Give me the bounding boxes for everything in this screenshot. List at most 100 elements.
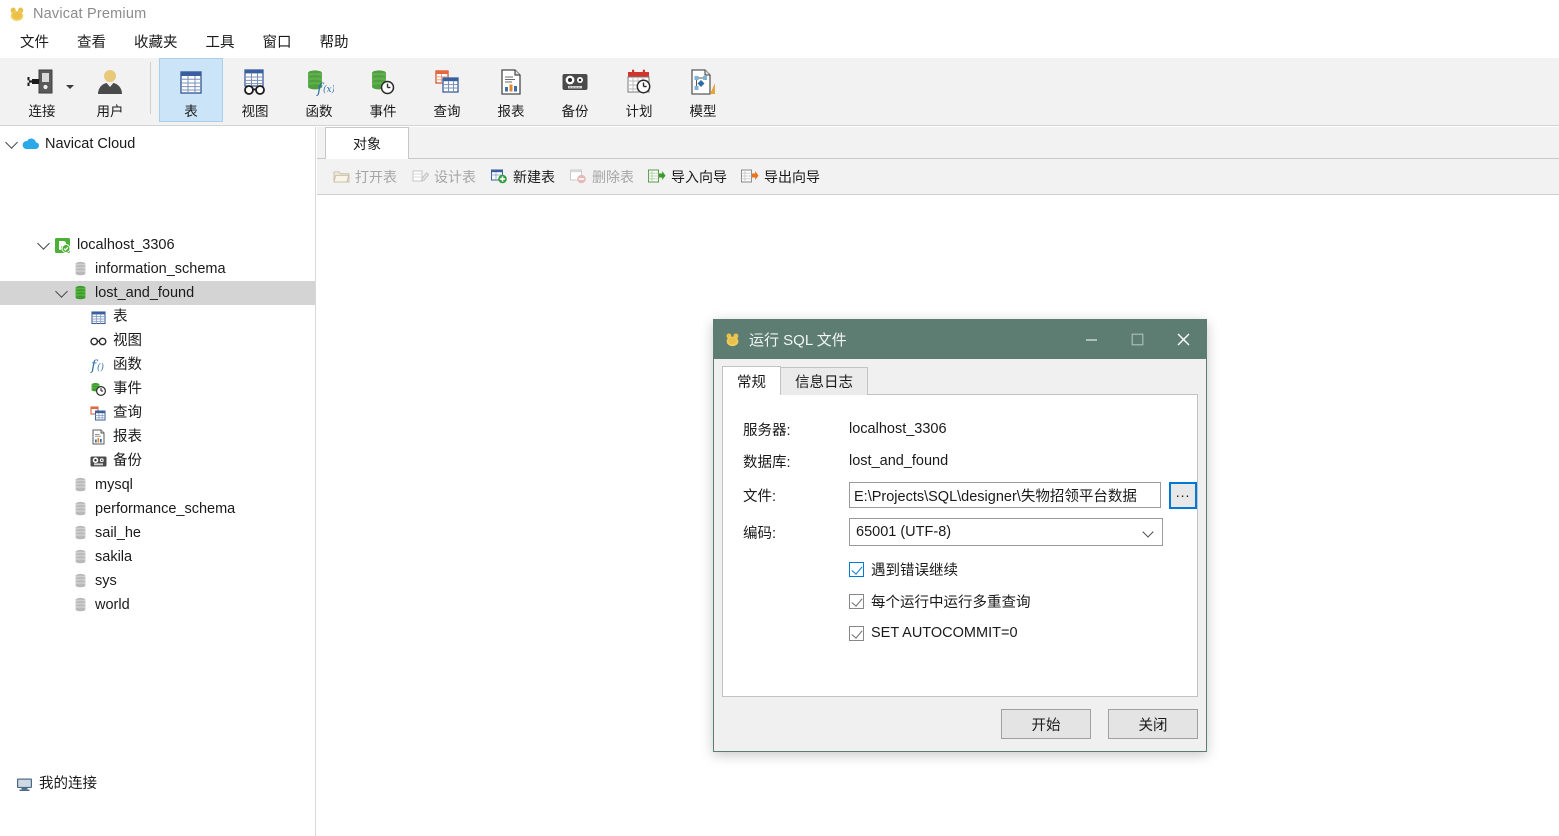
chevron-down-icon[interactable] — [34, 237, 52, 250]
minimize-icon[interactable] — [1068, 320, 1114, 359]
toolbar-label-user: 用户 — [96, 104, 124, 119]
chevron-down-icon[interactable] — [66, 85, 74, 89]
toolbar-label-report: 报表 — [497, 104, 525, 119]
table-icon — [88, 310, 108, 325]
tree-item-my-connections[interactable]: 我的连接 — [14, 775, 97, 793]
new-table-button[interactable]: 新建表 — [483, 164, 562, 190]
encoding-select[interactable]: 65001 (UTF-8) — [849, 518, 1163, 546]
tree-item-events[interactable]: 事件 — [0, 377, 315, 401]
dialog-tab-bar: 常规 信息日志 — [714, 366, 1206, 395]
server-value: localhost_3306 — [849, 421, 947, 437]
toolbar-button-event[interactable]: 事件 — [351, 58, 415, 122]
toolbar-button-connection[interactable]: 连接 — [6, 58, 78, 122]
toolbar-label-event: 事件 — [369, 104, 397, 119]
connection-tree-sidebar: Navicat Cloud localhost_3306 information… — [0, 127, 316, 836]
open-table-button[interactable]: 打开表 — [325, 164, 404, 190]
toolbar-button-query[interactable]: 查询 — [415, 58, 479, 122]
tree-item-queries[interactable]: 查询 — [0, 401, 315, 425]
database-icon-gray — [70, 573, 90, 589]
toolbar-button-function[interactable]: f (x) 函数 — [287, 58, 351, 122]
tree-item-information-schema[interactable]: information_schema — [0, 257, 315, 281]
tab-message-log[interactable]: 信息日志 — [780, 367, 868, 395]
browse-file-button[interactable]: ... — [1169, 481, 1197, 509]
toolbar-label-schedule: 计划 — [625, 104, 653, 119]
tree-label-sys: sys — [95, 573, 117, 589]
start-button[interactable]: 开始 — [1001, 709, 1091, 739]
tab-general[interactable]: 常规 — [722, 366, 781, 395]
tree-label-world: world — [95, 597, 130, 613]
tree-item-sail-he[interactable]: sail_he — [0, 521, 315, 545]
export-wizard-button[interactable]: 导出向导 — [734, 164, 827, 190]
database-icon-gray — [70, 501, 90, 517]
menu-window[interactable]: 窗口 — [249, 31, 306, 55]
file-field-row: 文件: E:\Projects\SQL\designer\失物招领平台数据 ..… — [723, 477, 1197, 513]
database-icon-green — [70, 285, 90, 301]
continue-on-error-checkbox[interactable] — [849, 561, 864, 577]
tree-item-sys[interactable]: sys — [0, 569, 315, 593]
menu-help[interactable]: 帮助 — [306, 31, 363, 55]
mysql-connection-icon — [52, 237, 72, 254]
dialog-title: 运行 SQL 文件 — [749, 332, 847, 349]
toolbar-label-model: 模型 — [689, 104, 717, 119]
toolbar-label-backup: 备份 — [561, 104, 589, 119]
server-label: 服务器: — [743, 422, 791, 439]
toolbar-button-table[interactable]: 表 — [159, 58, 223, 122]
tree-item-mysql[interactable]: mysql — [0, 473, 315, 497]
toolbar-button-user[interactable]: 用户 — [78, 58, 142, 122]
toolbar-button-report[interactable]: 报表 — [479, 58, 543, 122]
maximize-icon[interactable] — [1114, 320, 1160, 359]
tree-item-navicat-cloud[interactable]: Navicat Cloud — [0, 132, 315, 156]
tree-label-localhost-3306: localhost_3306 — [77, 237, 175, 253]
toolbar-button-backup[interactable]: 备份 — [543, 58, 607, 122]
navicat-logo-icon — [724, 331, 741, 348]
function-icon: f () — [88, 357, 108, 373]
tree-item-lost-and-found[interactable]: lost_and_found — [0, 281, 315, 305]
open-table-icon — [332, 168, 350, 186]
menu-tools[interactable]: 工具 — [192, 31, 249, 55]
chevron-down-icon[interactable] — [2, 136, 20, 149]
tree-label-performance-schema: performance_schema — [95, 501, 236, 517]
tree-label-sakila: sakila — [95, 549, 133, 565]
tree-item-world[interactable]: world — [0, 593, 315, 617]
close-icon[interactable] — [1160, 320, 1206, 359]
database-icon-gray — [70, 525, 90, 541]
file-path-input[interactable]: E:\Projects\SQL\designer\失物招领平台数据 — [849, 482, 1162, 508]
toolbar-separator — [150, 62, 151, 114]
set-autocommit-checkbox[interactable] — [849, 625, 864, 641]
dialog-titlebar: 运行 SQL 文件 — [714, 320, 1206, 359]
tab-objects[interactable]: 对象 — [325, 127, 409, 159]
tree-item-sakila[interactable]: sakila — [0, 545, 315, 569]
close-button[interactable]: 关闭 — [1108, 709, 1198, 739]
set-autocommit-row: SET AUTOCOMMIT=0 — [723, 617, 1197, 649]
tree-item-performance-schema[interactable]: performance_schema — [0, 497, 315, 521]
open-table-label: 打开表 — [355, 168, 397, 185]
chevron-down-icon[interactable] — [1142, 526, 1154, 538]
design-table-button[interactable]: 设计表 — [404, 164, 483, 190]
toolbar-label-function: 函数 — [305, 104, 333, 119]
import-wizard-button[interactable]: 导入向导 — [641, 164, 734, 190]
menu-file[interactable]: 文件 — [6, 31, 63, 55]
function-icon: f (x) — [304, 65, 334, 99]
delete-table-icon — [569, 168, 587, 186]
menu-view[interactable]: 查看 — [63, 31, 120, 55]
toolbar-button-view[interactable]: 视图 — [223, 58, 287, 122]
toolbar-button-schedule[interactable]: 计划 — [607, 58, 671, 122]
tree-item-localhost-3306[interactable]: localhost_3306 — [0, 233, 315, 257]
tree-label-my-connections: 我的连接 — [39, 776, 97, 792]
menu-favorites[interactable]: 收藏夹 — [120, 31, 192, 55]
multiple-queries-checkbox[interactable] — [849, 593, 864, 609]
chevron-down-icon[interactable] — [52, 285, 70, 298]
design-table-icon — [411, 168, 429, 186]
event-icon — [368, 65, 398, 99]
tree-item-backups[interactable]: 备份 — [0, 449, 315, 473]
tree-item-reports[interactable]: 报表 — [0, 425, 315, 449]
tree-item-functions[interactable]: f () 函数 — [0, 353, 315, 377]
encoding-field-row: 编码: 65001 (UTF-8) — [723, 513, 1197, 551]
tree-label-functions: 函数 — [113, 357, 142, 373]
tree-item-tables[interactable]: 表 — [0, 305, 315, 329]
database-icon-gray — [70, 477, 90, 493]
tree-item-views[interactable]: 视图 — [0, 329, 315, 353]
toolbar-button-model[interactable]: 模型 — [671, 58, 735, 122]
backup-icon — [88, 455, 108, 468]
delete-table-button[interactable]: 删除表 — [562, 164, 641, 190]
